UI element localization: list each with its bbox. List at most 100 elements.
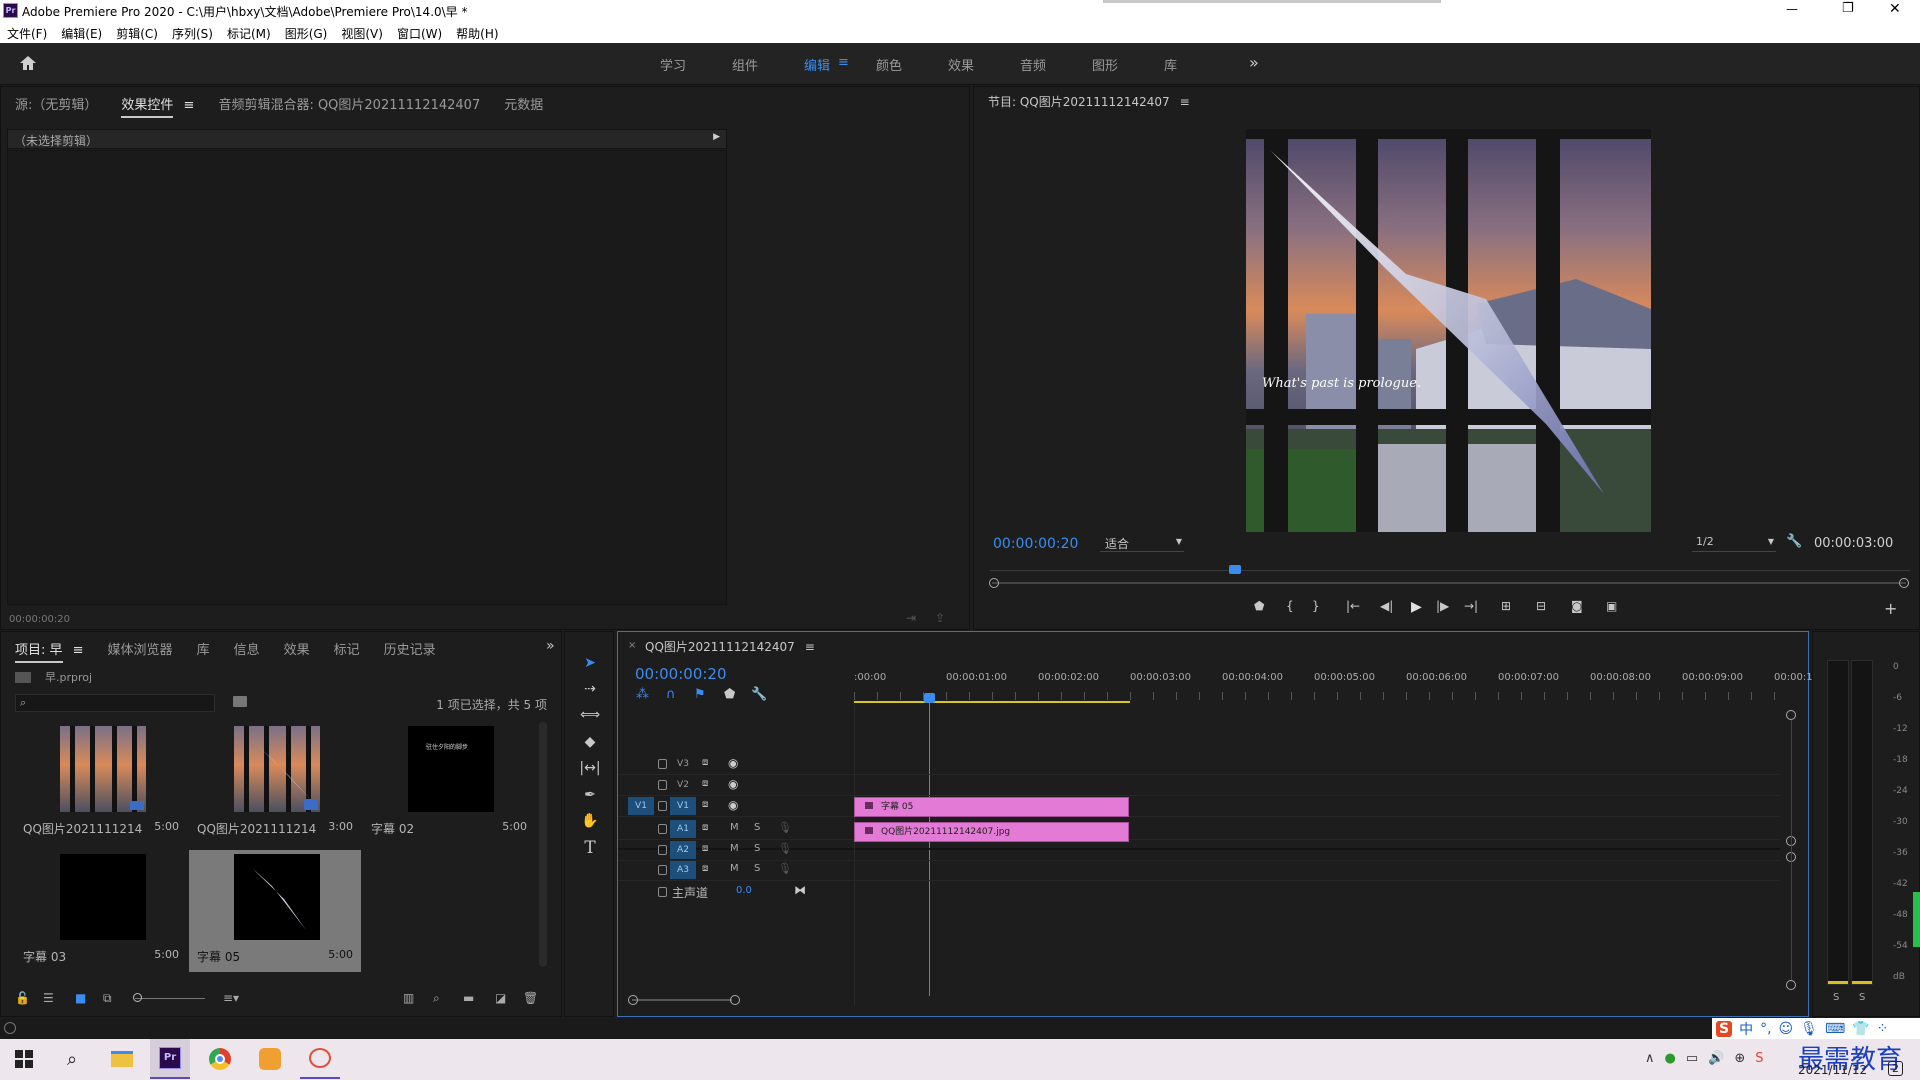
zoom-slider-handle[interactable]	[133, 993, 142, 1002]
lock-icon[interactable]	[658, 801, 667, 811]
track-target-V2[interactable]: V2	[670, 776, 696, 794]
list-view-icon[interactable]: ☰	[43, 991, 54, 1005]
eye-icon[interactable]: ◉	[728, 777, 738, 791]
insert-sequence-icon[interactable]: ⁂	[636, 687, 649, 702]
zoom-slider[interactable]	[135, 998, 205, 999]
menu-item-7[interactable]: 窗口(W)	[397, 25, 442, 42]
mute-button[interactable]: M	[730, 863, 739, 874]
ripple-edit-tool-icon[interactable]: ⟺	[578, 704, 602, 726]
menu-item-1[interactable]: 编辑(E)	[61, 25, 102, 42]
sogou-ime-icon[interactable]: S	[1716, 1020, 1733, 1037]
snap-magnet-icon[interactable]: ∩	[666, 687, 676, 702]
lock-icon[interactable]	[658, 824, 667, 834]
slip-tool-icon[interactable]: |↔|	[578, 757, 602, 779]
fit-dropdown[interactable]: 适合 ▼	[1100, 535, 1184, 552]
sync-lock-icon[interactable]: ⧈	[702, 778, 708, 789]
sync-lock-icon[interactable]: ⧈	[702, 757, 708, 768]
work-area-bar[interactable]	[854, 701, 1130, 703]
premiere-taskbar-icon[interactable]: Pr	[150, 1039, 190, 1079]
panel-menu-icon[interactable]: ≡	[805, 640, 815, 654]
workspace-tab-4[interactable]: 效果	[948, 55, 1020, 74]
share-icon[interactable]: ⇪	[935, 611, 945, 625]
eye-icon[interactable]: ◉	[728, 798, 738, 812]
sequence-tab[interactable]: QQ图片20211112142407 ≡	[645, 638, 815, 655]
track-target-A2[interactable]: A2	[670, 841, 696, 859]
mute-button[interactable]: M	[730, 822, 739, 833]
close-sequence-icon[interactable]: ×	[628, 640, 636, 651]
menu-item-5[interactable]: 图形(G)	[285, 25, 328, 42]
horizontal-zoom-left[interactable]	[628, 995, 638, 1005]
tray-date[interactable]: 2021/11/12	[1798, 1063, 1867, 1077]
vertical-scroll-handle-1[interactable]	[1786, 710, 1796, 720]
sync-lock-icon[interactable]: ⧈	[702, 863, 708, 874]
more-workspaces-icon[interactable]: »	[1249, 53, 1259, 72]
sync-lock-icon[interactable]: ⧈	[702, 843, 708, 854]
master-value[interactable]: 0.0	[736, 885, 752, 896]
project-scrollbar[interactable]	[539, 722, 547, 967]
horizontal-zoom-bar[interactable]	[632, 999, 732, 1001]
extract-icon[interactable]: ⊟	[1536, 599, 1546, 613]
add-marker-icon[interactable]: ⬟	[1254, 599, 1264, 613]
lock-icon[interactable]	[658, 759, 667, 769]
icon-view-icon[interactable]: ■	[75, 991, 86, 1005]
tab-project_panel-1[interactable]: 媒体浏览器	[96, 639, 185, 658]
tab-project_panel-5[interactable]: 标记	[322, 639, 372, 658]
mic-icon[interactable]: 🎙	[778, 821, 792, 834]
project-item-4[interactable]: 字幕 03 5:00	[15, 850, 187, 972]
tab-source_panel-3[interactable]: 元数据	[492, 94, 555, 113]
program-mini-ruler[interactable]	[990, 557, 1910, 571]
resolution-dropdown[interactable]: 1/2 ▼	[1692, 535, 1776, 552]
app-paint-icon[interactable]	[300, 1039, 340, 1079]
file-explorer-icon[interactable]	[102, 1039, 142, 1079]
find-icon[interactable]: ⌕	[433, 991, 440, 1006]
zoom-handle-right[interactable]	[1899, 578, 1909, 588]
pen-tool-icon[interactable]: ✒	[578, 784, 602, 806]
razor-tool-icon[interactable]: ◆	[578, 731, 602, 753]
new-search-bin-icon[interactable]	[233, 696, 247, 707]
track-target-A1[interactable]: A1	[670, 820, 696, 838]
compare-view-icon[interactable]: ▣	[1606, 599, 1617, 613]
zoom-scrollbar[interactable]	[992, 582, 1906, 584]
menu-item-0[interactable]: 文件(F)	[7, 25, 47, 42]
new-bin-icon[interactable]: ▬	[463, 991, 474, 1005]
tab-project_panel-6[interactable]: 历史记录	[372, 639, 448, 658]
solo-left-button[interactable]: S	[1833, 992, 1839, 1003]
tab-project_panel-2[interactable]: 库	[185, 639, 222, 658]
track-target-V1[interactable]: V1	[670, 797, 696, 815]
project-item-5-selected[interactable]: 字幕 05 5:00	[189, 850, 361, 972]
workspace-tab-0[interactable]: 学习	[660, 55, 732, 74]
timeline-settings-wrench-icon[interactable]: 🔧	[751, 687, 767, 702]
clip-image-qq[interactable]: QQ图片20211112142407.jpg	[854, 822, 1129, 842]
toolbox-icon[interactable]: ⁘	[1877, 1021, 1889, 1037]
solo-right-button[interactable]: S	[1859, 992, 1865, 1003]
hand-tool-icon[interactable]: ✋	[578, 810, 602, 832]
minimize-button[interactable]: —	[1786, 2, 1798, 16]
lock-icon[interactable]	[658, 845, 667, 855]
go-to-out-icon[interactable]: →|	[1464, 599, 1478, 613]
project-item-1[interactable]: QQ图片20211112142... 5:00	[15, 722, 187, 844]
ime-tray-icon[interactable]: ⊕	[1734, 1051, 1745, 1066]
horizontal-zoom-right[interactable]	[730, 995, 740, 1005]
mic-icon[interactable]: 🎙	[1800, 1021, 1818, 1037]
step-forward-icon[interactable]: |▶	[1436, 599, 1449, 613]
tab-source_panel-1[interactable]: 效果控件 ≡	[109, 94, 206, 118]
mic-icon[interactable]: 🎙	[778, 842, 792, 855]
new-item-icon[interactable]: ◪	[495, 991, 506, 1005]
source-patch-v1[interactable]: V1	[628, 797, 654, 815]
close-button[interactable]: ✕	[1889, 1, 1901, 17]
mark-out-icon[interactable]: }	[1312, 599, 1320, 613]
time-ruler[interactable]: :00:00 00:00:01:00 00:00:02:00 00:00:03:00 0…	[854, 672, 1819, 704]
tray-chevron-icon[interactable]: ∧	[1645, 1051, 1655, 1066]
menu-item-3[interactable]: 序列(S)	[172, 25, 213, 42]
sync-lock-icon[interactable]: ⧈	[702, 822, 708, 833]
panel-menu-icon[interactable]: ≡	[69, 643, 84, 658]
step-back-icon[interactable]: ◀|	[1380, 599, 1393, 613]
clip-subtitle-05[interactable]: 字幕 05	[854, 797, 1129, 817]
trash-icon[interactable]: 🗑	[523, 991, 538, 1005]
playhead-handle[interactable]	[924, 693, 935, 703]
chrome-icon[interactable]	[200, 1039, 240, 1079]
workspace-tab-1[interactable]: 组件	[732, 55, 804, 74]
mark-in-icon[interactable]: {	[1286, 599, 1294, 613]
export-frame-icon[interactable]: ⇥	[906, 611, 916, 625]
automate-sequence-icon[interactable]: ▥	[403, 991, 414, 1005]
